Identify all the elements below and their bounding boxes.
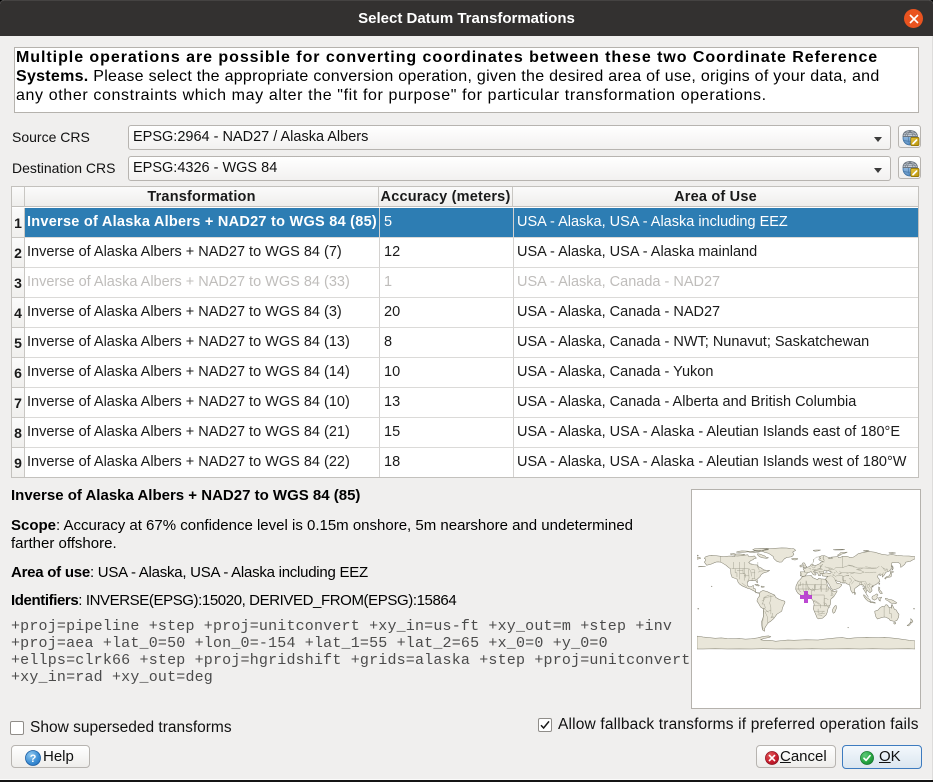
svg-text:?: ? [30,752,37,764]
